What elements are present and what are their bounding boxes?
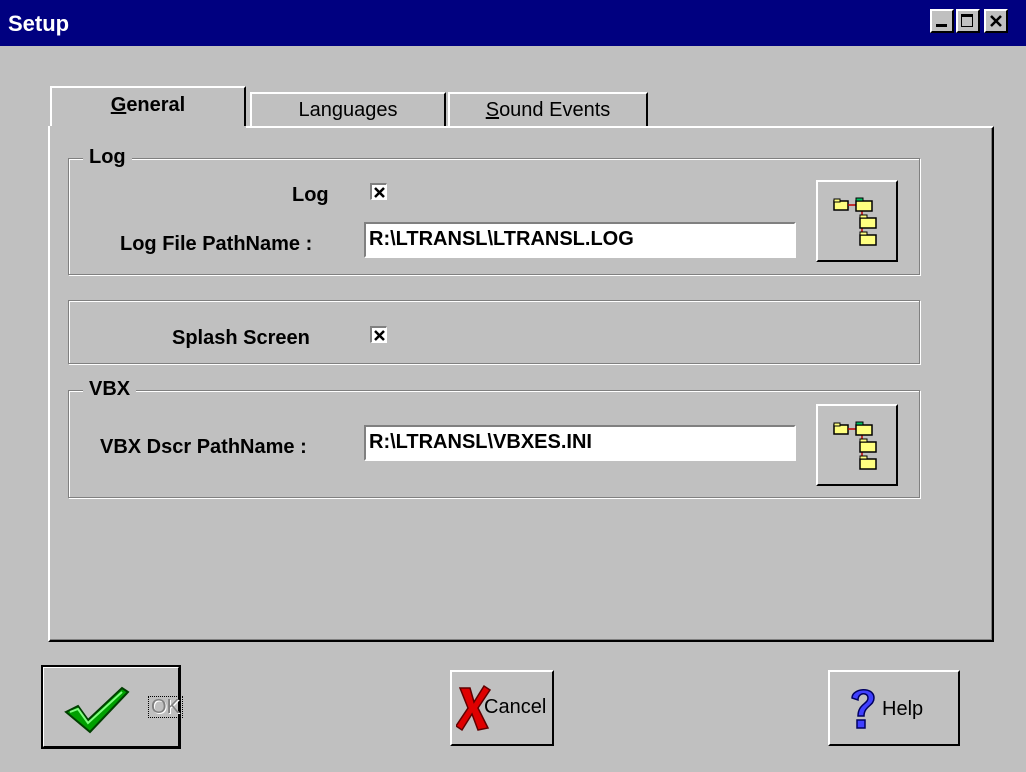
folder-tree-icon: [833, 197, 877, 246]
vbx-group-legend: VBX: [83, 378, 137, 401]
checkmark-icon: [64, 686, 130, 734]
tab-sound-events[interactable]: Sound Events: [448, 92, 648, 128]
vbx-path-label: VBX Dscr PathName :: [100, 436, 307, 458]
cancel-label: Cancel: [484, 696, 547, 718]
log-path-label: Log File PathName :: [120, 233, 313, 255]
tab-languages[interactable]: Languages: [250, 92, 446, 128]
log-browse-button[interactable]: [816, 180, 898, 262]
maximize-button[interactable]: [956, 9, 980, 33]
tab-general[interactable]: General: [50, 86, 246, 130]
checkmark-x-icon: [374, 330, 385, 341]
window-title: Setup: [8, 11, 70, 36]
vbx-browse-button[interactable]: [816, 404, 898, 486]
splash-screen-checkbox[interactable]: [370, 326, 387, 343]
splash-screen-label: Splash Screen: [172, 327, 310, 349]
log-checkbox-label: Log: [292, 184, 329, 206]
tab-general-label: General: [110, 94, 186, 116]
ok-button[interactable]: OK: [41, 665, 183, 749]
tab-languages-label: Languages: [298, 99, 398, 121]
close-icon: [990, 15, 1002, 27]
log-checkbox[interactable]: [370, 183, 387, 200]
title-bar[interactable]: Setup: [0, 0, 1026, 46]
cancel-button[interactable]: Cancel: [450, 670, 554, 746]
vbx-path-input[interactable]: R:\LTRANSL\VBXES.INI: [364, 425, 796, 461]
checkmark-x-icon: [374, 187, 385, 198]
setup-dialog: Setup General Languages Sound Events Log…: [0, 0, 1026, 772]
log-path-input[interactable]: R:\LTRANSL\LTRANSL.LOG: [364, 222, 796, 258]
help-label: Help: [882, 698, 924, 720]
log-group-legend: Log: [83, 146, 132, 169]
question-mark-icon: [851, 689, 875, 729]
close-button[interactable]: [984, 9, 1008, 33]
folder-tree-icon: [833, 421, 877, 470]
minimize-button[interactable]: [930, 9, 954, 33]
help-button[interactable]: Help: [828, 670, 960, 746]
ok-label: OK: [148, 696, 183, 718]
tab-sound-events-label: Sound Events: [485, 99, 611, 121]
